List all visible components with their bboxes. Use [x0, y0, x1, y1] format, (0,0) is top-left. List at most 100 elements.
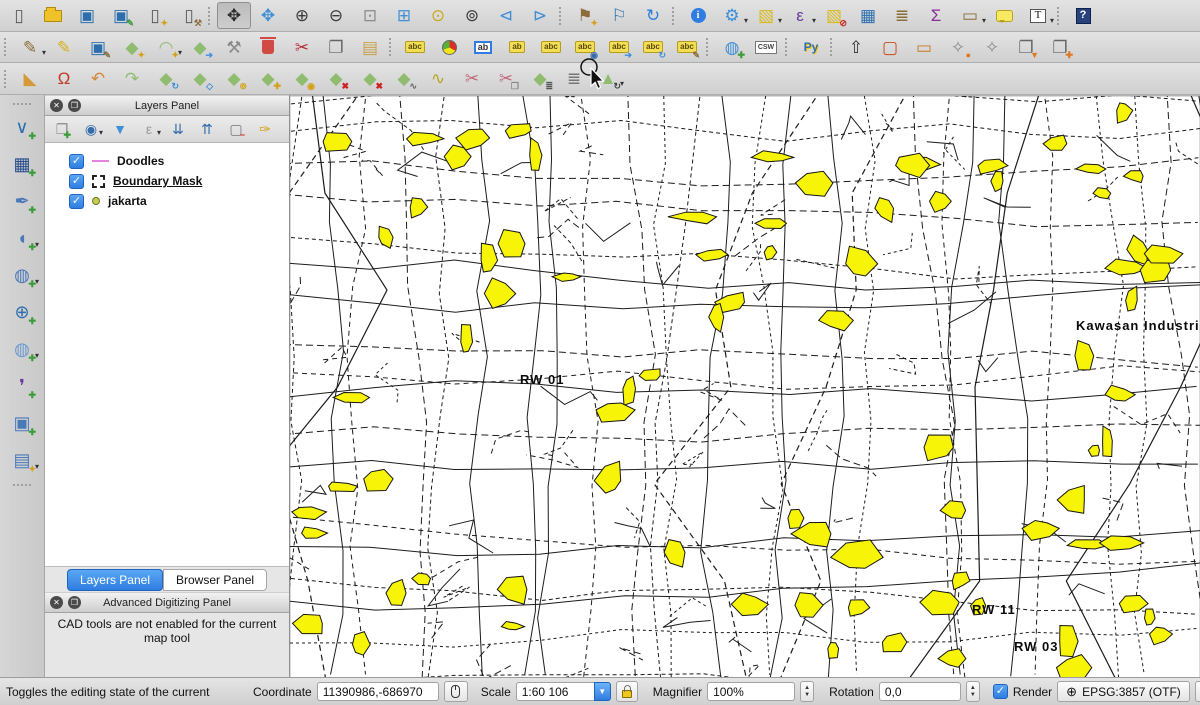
layer-item-boundary-mask[interactable]: ✓ Boundary Mask [45, 171, 289, 191]
select-features[interactable]: ▧▾ [749, 2, 783, 29]
rotate-feature[interactable]: ◆↻ [149, 65, 183, 92]
rotation-input[interactable]: 0,0 [879, 682, 961, 701]
annotation-arrow[interactable]: ⇧ [839, 34, 873, 61]
highlight-pinned-labels[interactable]: abc [534, 34, 568, 61]
stepper-down-icon[interactable]: ▼ [804, 692, 810, 699]
cad-construction[interactable]: ◣ [13, 65, 47, 92]
show-hide-labels[interactable]: abc◉ [568, 34, 602, 61]
magnifier-stepper[interactable]: ▲▼ [800, 681, 814, 702]
add-part[interactable]: ◆✚ [251, 65, 285, 92]
dropdown-arrow-icon[interactable]: ▾ [99, 128, 103, 137]
merge-features[interactable]: ◆≣ [523, 65, 557, 92]
layer-item-jakarta[interactable]: ✓ jakarta [45, 191, 289, 211]
dropdown-arrow-icon[interactable]: ▾ [982, 16, 986, 25]
advanced-digitizing-detach-icon[interactable]: ❒ [68, 596, 81, 609]
node-tool[interactable]: ⚒ [217, 34, 251, 61]
delete-part[interactable]: ◆✖ [353, 65, 387, 92]
change-label[interactable]: abc✎ [670, 34, 704, 61]
simplify-feature[interactable]: ◆◇ [183, 65, 217, 92]
dropdown-arrow-icon[interactable]: ▾ [35, 240, 39, 249]
cut-features[interactable]: ✂ [285, 34, 319, 61]
split-features[interactable]: ✂ [455, 65, 489, 92]
add-delimited-text-layer[interactable]: ❜✚ [4, 371, 40, 401]
csw-search[interactable]: CSW [749, 34, 783, 61]
dropdown-arrow-icon[interactable]: ▾ [744, 16, 748, 25]
refresh-map[interactable]: ↻ [636, 2, 670, 29]
rotation-stepper[interactable]: ▲▼ [966, 681, 980, 702]
zoom-last[interactable]: ⊲ [489, 2, 523, 29]
update-drawing-order[interactable]: ✑ [252, 118, 278, 141]
help-contents[interactable]: ? [1066, 2, 1100, 29]
move-label[interactable]: abc➔ [602, 34, 636, 61]
filter-legend[interactable]: ▼ [107, 118, 133, 141]
add-wms-layer[interactable]: ◍✚▾ [4, 260, 40, 290]
crs-status-button[interactable]: ⊕ EPSG:3857 (OTF) [1057, 681, 1190, 702]
dropdown-arrow-icon[interactable]: ▾ [812, 16, 816, 25]
scale-combobox[interactable]: 1:60 106 ▼ [516, 682, 611, 701]
split-parts[interactable]: ✂❐ [489, 65, 523, 92]
paste-features[interactable]: ▤ [353, 34, 387, 61]
datasource-add[interactable]: ❐✚ [1043, 34, 1077, 61]
statistical-summary[interactable]: Σ [919, 2, 953, 29]
layer-item-doodles[interactable]: ✓Doodles [45, 151, 289, 171]
extent-rectangle[interactable]: ▭ [907, 34, 941, 61]
coordinate-input[interactable]: 11390986,-686970 [317, 682, 439, 701]
dropdown-arrow-icon[interactable]: ▾ [1050, 16, 1054, 25]
layer-name[interactable]: Doodles [117, 154, 164, 168]
zoom-next[interactable]: ⊳ [523, 2, 557, 29]
layer-visibility-checkbox[interactable]: ✓ [69, 194, 84, 209]
layers-panel-detach-icon[interactable]: ❒ [68, 99, 81, 112]
pin-labels[interactable]: ab [466, 34, 500, 61]
measure[interactable]: ▭▾ [953, 2, 987, 29]
decoration-wand[interactable]: ✧● [941, 34, 975, 61]
field-calculator[interactable]: ≣ [885, 2, 919, 29]
save-layer-edits[interactable]: ▣✎ [81, 34, 115, 61]
zoom-to-layer[interactable]: ⊚ [455, 2, 489, 29]
zoom-out[interactable]: ⊖ [319, 2, 353, 29]
redo[interactable]: ↷ [115, 65, 149, 92]
delete-selected[interactable] [251, 34, 285, 61]
open-project[interactable] [36, 2, 70, 29]
show-bookmarks[interactable]: ⚐ [602, 2, 636, 29]
open-attribute-table[interactable]: ▦ [851, 2, 885, 29]
map-canvas[interactable]: RW 01Kawasan Industri PuRW 11RW 03 [290, 95, 1200, 677]
new-project[interactable]: ▯ [2, 2, 36, 29]
layer-name[interactable]: jakarta [108, 194, 147, 208]
layers-panel-close-icon[interactable]: ✕ [50, 99, 63, 112]
deselect-features[interactable]: ▧⊘ [817, 2, 851, 29]
add-wcs-layer[interactable]: ⊕✚ [4, 297, 40, 327]
zoom-in[interactable]: ⊕ [285, 2, 319, 29]
save-project[interactable]: ▣ [70, 2, 104, 29]
metasearch[interactable]: ◍✚ [715, 34, 749, 61]
copy-features[interactable]: ❐ [319, 34, 353, 61]
messages-button[interactable] [1195, 681, 1200, 702]
add-vector-layer[interactable]: ∨✚ [4, 112, 40, 142]
dropdown-arrow-icon[interactable]: ▾ [35, 462, 39, 471]
new-print-composer[interactable]: ▯✦ [138, 2, 172, 29]
add-circular-string[interactable]: ◠✦▾ [149, 34, 183, 61]
stepper-down-icon[interactable]: ▼ [970, 692, 976, 699]
composer-manager[interactable]: ▯⚒ [172, 2, 206, 29]
tab-layers-panel[interactable]: Layers Panel [67, 569, 163, 591]
layer-name[interactable]: Boundary Mask [113, 174, 202, 188]
dropdown-arrow-icon[interactable]: ▾ [35, 277, 39, 286]
text-annotation[interactable]: T▾ [1021, 2, 1055, 29]
layer-visibility-checkbox[interactable]: ✓ [69, 174, 84, 189]
advanced-digitizing-close-icon[interactable]: ✕ [50, 596, 63, 609]
stepper-up-icon[interactable]: ▲ [804, 685, 810, 692]
add-raster-layer[interactable]: ▦✚ [4, 149, 40, 179]
identify-features[interactable]: i [681, 2, 715, 29]
datasource-swap-down[interactable]: ❐▼ [1009, 34, 1043, 61]
add-ring[interactable]: ◆⊚ [217, 65, 251, 92]
select-annotation-region[interactable]: ▢ [873, 34, 907, 61]
toggle-extents-mouse-button[interactable] [444, 681, 468, 702]
layer-labeling[interactable]: abc [398, 34, 432, 61]
undo[interactable]: ↶ [81, 65, 115, 92]
python-console[interactable]: Py [794, 34, 828, 61]
zoom-native-resolution[interactable]: ⊡ [353, 2, 387, 29]
collapse-all[interactable]: ⇈ [194, 118, 220, 141]
map-tips[interactable] [987, 2, 1021, 29]
fill-ring[interactable]: ◆◉ [285, 65, 319, 92]
current-edits[interactable]: ✎▾ [13, 34, 47, 61]
lock-scale-button[interactable] [616, 681, 638, 702]
